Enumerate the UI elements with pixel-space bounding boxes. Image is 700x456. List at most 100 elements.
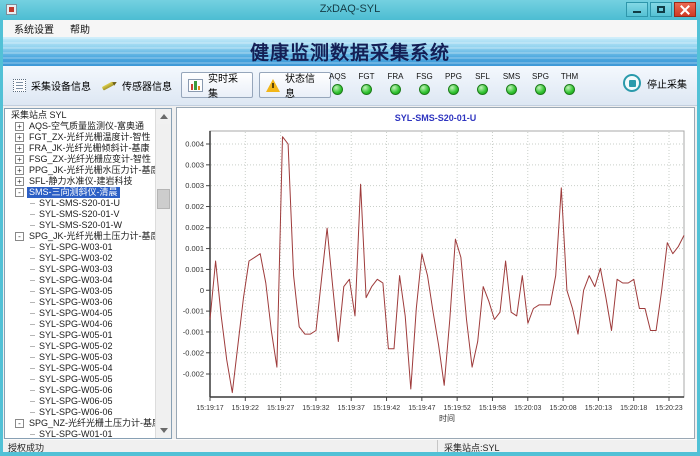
tree-item-label: SYL-SPG-W05-03 — [37, 352, 115, 363]
menu-item-0[interactable]: 系统设置 — [6, 20, 62, 37]
stop-collect-label: 停止采集 — [647, 76, 687, 91]
tree-item[interactable]: SYL-SPG-W05-05 — [6, 374, 155, 385]
tree-item-label: FRA_JK-光纤光栅倾斜计-基康 — [27, 143, 152, 154]
status-info-label: 状态信息 — [285, 70, 324, 100]
scrollbar-thumb[interactable] — [157, 189, 170, 209]
window-controls — [626, 2, 696, 17]
minimize-button[interactable] — [626, 2, 648, 17]
tree-item-label: SYL-SPG-W05-01 — [37, 330, 115, 341]
tree-item[interactable]: SYL-SPG-W05-06 — [6, 385, 155, 396]
green-led-icon — [506, 84, 517, 95]
indicator-fgt: FGT — [352, 71, 381, 95]
tree-scrollbar[interactable] — [155, 109, 171, 438]
tree-item-label: FSG_ZX-光纤光栅应变计-智性 — [27, 154, 153, 165]
collapse-icon[interactable]: - — [15, 232, 24, 241]
tree-item-label: SYL-SPG-W06-05 — [37, 396, 115, 407]
expand-icon[interactable]: + — [15, 166, 24, 175]
y-tick-label: 0.003 — [185, 181, 204, 190]
tree-item[interactable]: +PPG_JK-光纤光栅水压力计-基康 — [6, 165, 155, 176]
expand-icon[interactable]: + — [15, 144, 24, 153]
tree-item[interactable]: SYL-SPG-W05-02 — [6, 341, 155, 352]
tree-item[interactable]: SYL-SPG-W05-04 — [6, 363, 155, 374]
tree-item-label: SYL-SPG-W05-05 — [37, 374, 115, 385]
tree-item[interactable]: SYL-SPG-W05-01 — [6, 330, 155, 341]
indicator-aqs: AQS — [323, 71, 352, 95]
tree-item[interactable]: +SFL-静力水准仪-建岩科技 — [6, 176, 155, 187]
tree-item-label: SYL-SPG-W05-04 — [37, 363, 115, 374]
tree-item[interactable]: SYL-SPG-W03-01 — [6, 242, 155, 253]
tree-item[interactable]: SYL-SPG-W06-06 — [6, 407, 155, 418]
tree-item[interactable]: +AQS-空气质量监测仪-富奥通 — [6, 121, 155, 132]
x-tick-label: 15:20:03 — [514, 405, 541, 412]
tree-item[interactable]: +FSG_ZX-光纤光栅应变计-智性 — [6, 154, 155, 165]
tree-item-label: AQS-空气质量监测仪-富奥通 — [27, 121, 146, 132]
tree-item-label: SFL-静力水准仪-建岩科技 — [27, 176, 135, 187]
y-tick-label: 0.001 — [185, 265, 204, 274]
status-divider — [437, 440, 438, 452]
tree-item[interactable]: -SPG_JK-光纤光栅土压力计-基康 — [6, 231, 155, 242]
x-tick-label: 15:19:32 — [302, 405, 329, 412]
stop-icon — [623, 74, 641, 92]
menu-item-1[interactable]: 帮助 — [62, 20, 98, 37]
status-info-button[interactable]: 状态信息 — [259, 72, 331, 98]
tree-item-label: SPG_JK-光纤光栅土压力计-基康 — [27, 231, 155, 242]
y-tick-label: 0 — [200, 286, 204, 295]
realtime-chart-icon — [188, 79, 203, 92]
x-tick-label: 15:20:08 — [549, 405, 576, 412]
tree-item[interactable]: +FGT_ZX-光纤光栅温度计-智性 — [6, 132, 155, 143]
tree-item[interactable]: SYL-SPG-W03-06 — [6, 297, 155, 308]
expand-icon[interactable]: + — [15, 122, 24, 131]
status-bar: 授权成功 采集站点:SYL — [3, 439, 697, 452]
realtime-chart: SYL-SMS-S20-01-U0.0040.0030.0030.0020.00… — [177, 108, 694, 438]
green-led-icon — [361, 84, 372, 95]
scroll-up-icon[interactable] — [156, 109, 171, 124]
stop-collect-button[interactable]: 停止采集 — [623, 74, 687, 92]
tree-item[interactable]: SYL-SMS-S20-01-V — [6, 209, 155, 220]
scroll-down-icon[interactable] — [156, 423, 171, 438]
tree-item[interactable]: -SPG_NZ-光纤光栅土压力计-基康 — [6, 418, 155, 429]
y-tick-label: 0.004 — [185, 140, 204, 149]
tree-item-label: SYL-SPG-W03-06 — [37, 297, 115, 308]
x-tick-label: 15:19:47 — [408, 405, 435, 412]
tree-item[interactable]: SYL-SPG-W04-06 — [6, 319, 155, 330]
tree-item[interactable]: SYL-SMS-S20-01-W — [6, 220, 155, 231]
indicator-label: THM — [555, 71, 584, 82]
tree-item[interactable]: SYL-SPG-W01-01 — [6, 429, 155, 437]
close-button[interactable] — [674, 2, 696, 17]
tree-item-label: SYL-SPG-W03-04 — [37, 275, 115, 286]
maximize-button[interactable] — [650, 2, 672, 17]
collapse-icon[interactable]: - — [15, 419, 24, 428]
tree-item[interactable]: +FRA_JK-光纤光栅倾斜计-基康 — [6, 143, 155, 154]
tree-item[interactable]: SYL-SPG-W03-03 — [6, 264, 155, 275]
y-tick-label: 0.003 — [185, 160, 204, 169]
tree-item[interactable]: SYL-SPG-W03-04 — [6, 275, 155, 286]
expand-icon[interactable]: + — [15, 155, 24, 164]
realtime-collect-button[interactable]: 实时采集 — [181, 72, 253, 98]
green-led-icon — [477, 84, 488, 95]
tree-item-label: SPG_NZ-光纤光栅土压力计-基康 — [27, 418, 155, 429]
tree-item[interactable]: SYL-SPG-W03-05 — [6, 286, 155, 297]
tree-item-label: SYL-SPG-W05-02 — [37, 341, 115, 352]
device-info-label: 采集设备信息 — [31, 78, 91, 93]
tree-item-label: FGT_ZX-光纤光栅温度计-智性 — [27, 132, 153, 143]
device-info-button[interactable]: 采集设备信息 — [7, 72, 97, 98]
tree-item[interactable]: SYL-SPG-W04-05 — [6, 308, 155, 319]
tree-item[interactable]: SYL-SPG-W05-03 — [6, 352, 155, 363]
tree-item[interactable]: -SMS-三向测斜仪-清晨 — [6, 187, 155, 198]
expand-icon[interactable]: + — [15, 177, 24, 186]
tree-item-label: SYL-SPG-W03-05 — [37, 286, 115, 297]
sensor-info-button[interactable]: 传感器信息 — [95, 72, 178, 98]
expand-icon[interactable]: + — [15, 133, 24, 142]
tree-item-label: 采集站点 SYL — [9, 110, 69, 121]
y-tick-label: 0.001 — [185, 244, 204, 253]
tree-item[interactable]: SYL-SPG-W06-05 — [6, 396, 155, 407]
app-icon — [6, 4, 17, 15]
x-tick-label: 15:19:37 — [338, 405, 365, 412]
tree-item-label: SYL-SPG-W06-06 — [37, 407, 115, 418]
collapse-icon[interactable]: - — [15, 188, 24, 197]
tree-item[interactable]: SYL-SPG-W03-02 — [6, 253, 155, 264]
tree-item[interactable]: SYL-SMS-S20-01-U — [6, 198, 155, 209]
green-led-icon — [564, 84, 575, 95]
tree-item[interactable]: 采集站点 SYL — [6, 110, 155, 121]
indicator-label: FRA — [381, 71, 410, 82]
